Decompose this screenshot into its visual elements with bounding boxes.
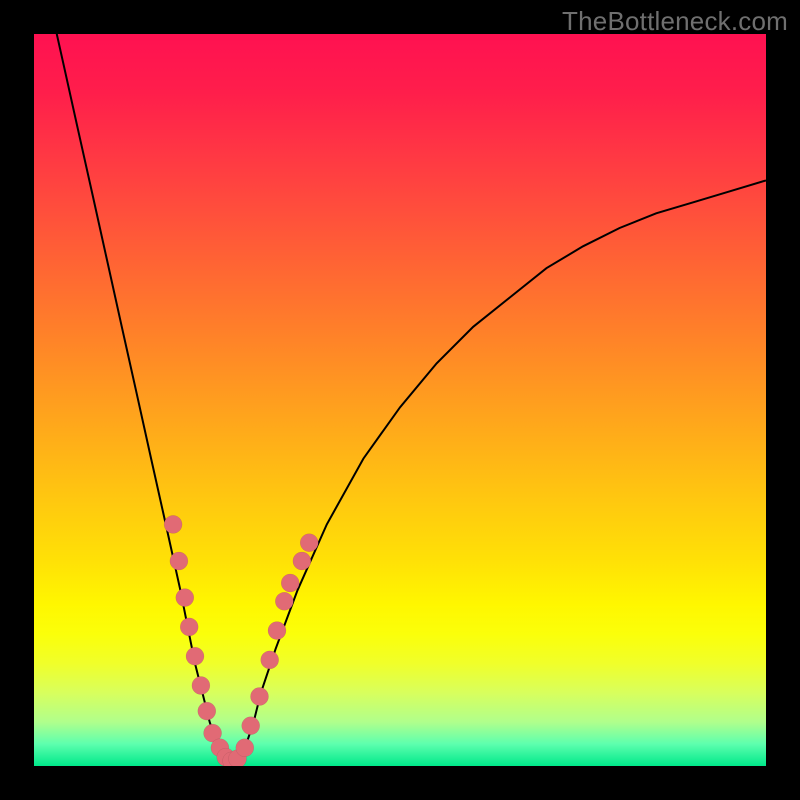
scatter-dot	[293, 552, 311, 570]
scatter-dot	[300, 534, 318, 552]
scatter-dot	[268, 622, 286, 640]
chart-svg	[34, 34, 766, 766]
watermark-text: TheBottleneck.com	[562, 6, 788, 37]
curve-right-branch	[232, 180, 766, 766]
scatter-dot	[198, 702, 216, 720]
plot-area	[34, 34, 766, 766]
scatter-dots	[164, 515, 318, 766]
scatter-dot	[164, 515, 182, 533]
scatter-dot	[176, 589, 194, 607]
scatter-dot	[236, 739, 254, 757]
chart-frame: TheBottleneck.com	[0, 0, 800, 800]
scatter-dot	[275, 592, 293, 610]
scatter-dot	[281, 574, 299, 592]
scatter-dot	[261, 651, 279, 669]
scatter-dot	[180, 618, 198, 636]
scatter-dot	[251, 688, 269, 706]
scatter-dot	[186, 647, 204, 665]
scatter-dot	[170, 552, 188, 570]
scatter-dot	[192, 677, 210, 695]
scatter-dot	[242, 717, 260, 735]
